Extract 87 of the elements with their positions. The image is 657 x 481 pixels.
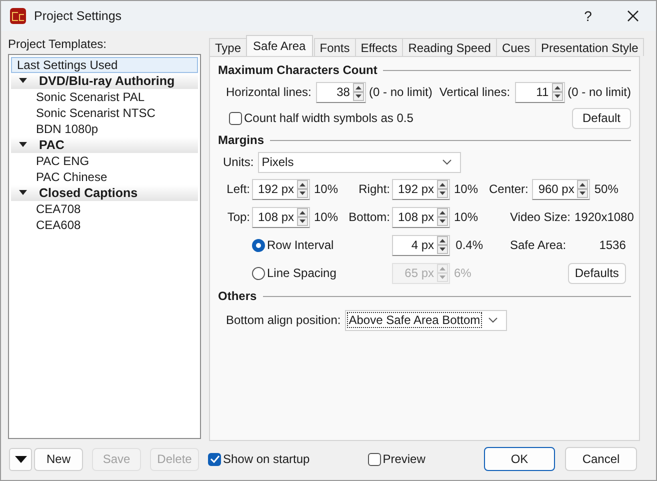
checkbox-label: Preview [382,452,426,466]
percent-text: 6% [454,266,472,280]
tab[interactable]: Type [209,38,248,56]
window-title: Project Settings [34,9,122,23]
list-label: Project Templates: [8,37,108,52]
field-label: Right: [358,182,390,196]
menu-button[interactable] [9,448,32,470]
close-icon [627,10,639,22]
video-size-label: Video Size: [510,210,570,224]
number-field[interactable]: 38 [316,82,366,102]
number-field[interactable]: 4 px [392,234,450,256]
hint-text: (0 - no limit) [568,85,631,99]
checkbox[interactable] [229,112,242,124]
radio-label: Line Spacing [267,266,336,280]
percent-text: 50% [594,182,618,196]
field-label: Horizontal lines: [226,85,312,99]
safe-area-label: Safe Area: [510,238,566,252]
tab[interactable]: Reading Speed [402,38,497,56]
radio-label: Row Interval [267,238,334,252]
safe-area-value: 1536 [599,238,626,252]
spin-arrows-icon[interactable] [437,208,448,226]
number-field[interactable]: 192 px [252,178,310,200]
expanded-triangle-icon [19,190,27,196]
radio-button[interactable] [252,238,265,252]
caret-down-icon [14,456,26,462]
help-button[interactable]: ? [566,1,610,31]
field-label: Units: [223,155,254,169]
tab[interactable]: Fonts [314,38,356,56]
expanded-triangle-icon [19,78,27,84]
list-item[interactable]: BDN 1080p [11,121,198,137]
chevron-down-icon [488,317,498,323]
tab[interactable]: Safe Area [246,35,313,56]
position-dropdown[interactable]: Above Safe Area Bottom [344,310,507,330]
section-title: Maximum Characters Count [218,63,378,77]
spin-arrows-icon[interactable] [297,208,308,226]
list-item[interactable]: CEA608 [11,217,198,233]
defaults-button[interactable]: Defaults [568,262,626,284]
list-item[interactable]: CEA708 [11,201,198,217]
number-field[interactable]: 192 px [392,178,450,200]
default-button[interactable]: Default [572,108,631,128]
group-header[interactable]: DVD/Blu-ray Authoring [11,73,198,89]
check-icon [210,455,220,463]
section-title: Margins [218,133,264,147]
percent-text: 10% [454,210,478,224]
list-item[interactable]: Sonic Scenarist NTSC [11,105,198,121]
field-label: Left: [226,182,250,196]
footer-button[interactable]: New [34,448,83,470]
field-label: Bottom align position: [226,313,341,327]
field-label: Vertical lines: [439,85,510,99]
number-field[interactable]: 11 [515,82,565,102]
app-icon [10,8,26,24]
tab[interactable]: Presentation Style [534,38,644,56]
spin-arrows-icon[interactable] [352,83,364,101]
checkbox-label: Show on startup [223,452,310,466]
video-size-value: 1920x1080 [574,210,634,224]
percent-text: 0.4% [456,238,483,252]
spin-arrows-icon[interactable] [577,180,588,198]
ok-button[interactable]: OK [484,447,555,471]
number-field[interactable]: 108 px [392,206,450,228]
field-label: Center: [489,182,528,196]
group-header[interactable]: Closed Captions [11,185,198,201]
field-label: Bottom: [348,210,390,224]
checkbox-label: Count half width symbols as 0.5 [244,111,414,125]
section-title: Others [218,289,257,303]
spin-arrows-icon[interactable] [437,180,448,198]
list-item[interactable]: PAC Chinese [11,169,198,185]
percent-text: 10% [454,182,478,196]
number-field[interactable]: 960 px [532,178,590,200]
hint-text: (0 - no limit) [368,85,432,99]
percent-text: 10% [314,210,338,224]
group-header[interactable]: PAC [11,137,198,153]
number-field[interactable]: 108 px [252,206,310,228]
spin-arrows-icon[interactable] [552,83,563,101]
percent-text: 10% [314,182,338,196]
list-item[interactable]: Sonic Scenarist PAL [11,89,198,105]
list-item[interactable]: PAC ENG [11,153,198,169]
checkbox[interactable] [208,452,221,466]
chevron-down-icon [442,159,452,165]
field-label: Top: [227,210,250,224]
list-item[interactable]: Last Settings Used [11,57,198,73]
cancel-button[interactable]: Cancel [565,447,637,471]
checkbox[interactable] [368,452,381,466]
spin-arrows-icon[interactable] [437,236,448,254]
units-dropdown[interactable]: Pixels [258,152,461,172]
expanded-triangle-icon [19,142,27,148]
templates-list[interactable]: Last Settings Used DVD/Blu-ray Authoring Sonic Scenarist PAL Sonic Scenarist NTSC BDN 1080p PAC PAC ENG PAC Chinese Closed Captions CEA708 CEA608 [8,54,201,439]
spin-arrows-icon[interactable] [297,180,308,198]
